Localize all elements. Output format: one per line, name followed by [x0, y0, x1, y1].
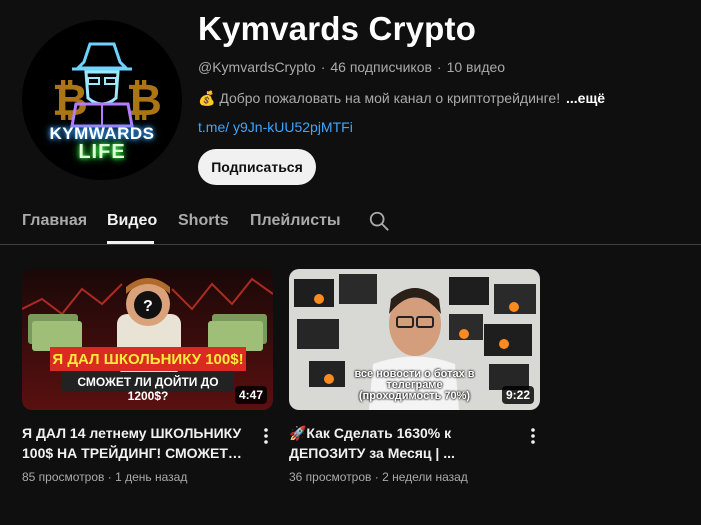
channel-avatar[interactable]: ₿ ₿ KYMWARDS LIFE: [22, 20, 182, 180]
view-count: 36 просмотров: [289, 470, 372, 484]
more-actions-icon[interactable]: [260, 427, 272, 445]
tab-videos[interactable]: Видео: [107, 212, 157, 230]
svg-text:₿: ₿: [52, 76, 88, 125]
more-link[interactable]: ...ещё: [566, 90, 605, 106]
money-bag-icon: 💰: [198, 90, 216, 106]
upload-age: 1 день назад: [115, 470, 188, 484]
video-card[interactable]: все новости о ботах в телеграме (проходи…: [289, 269, 540, 484]
video-thumbnail[interactable]: все новости о ботах в телеграме (проходи…: [289, 269, 540, 410]
thumbnail-text-line3: (проходимость 70%): [358, 390, 471, 402]
video-stats: 36 просмотров · 2 недели назад: [289, 470, 468, 484]
upload-age: 2 недели назад: [382, 470, 468, 484]
video-title[interactable]: Я ДАЛ 14 летнему ШКОЛЬНИКУ 100$ НА ТРЕЙД…: [22, 423, 248, 463]
meta-separator: ·: [320, 59, 326, 75]
tab-playlists[interactable]: Плейлисты: [250, 212, 341, 230]
stats-separator: ·: [374, 470, 379, 484]
search-icon[interactable]: [368, 210, 390, 232]
view-count: 85 просмотров: [22, 470, 105, 484]
thumbnail-text-line2: СМОЖЕТ ЛИ ДОЙТИ ДО 1200$?: [77, 375, 219, 403]
description-text: Добро пожаловать на мой канал о криптотр…: [219, 90, 561, 106]
svg-text:?: ?: [143, 298, 153, 315]
channel-tabs: Главная Видео Shorts Плейлисты: [0, 198, 701, 245]
video-duration: 4:47: [234, 386, 267, 404]
video-count: 10 видео: [446, 59, 506, 75]
tab-shorts[interactable]: Shorts: [178, 212, 229, 230]
meta-separator: ·: [436, 59, 442, 75]
video-title[interactable]: 🚀Как Сделать 1630% к ДЕПОЗИТУ за Месяц |…: [289, 423, 515, 463]
video-card[interactable]: ? Я ДАЛ ШКОЛЬНИКУ 100$! СМОЖЕТ ЛИ ДОЙТИ …: [22, 269, 273, 484]
channel-title: Kymvards Crypto: [198, 10, 477, 47]
video-duration: 9:22: [501, 386, 534, 404]
stats-separator: ·: [107, 470, 112, 484]
video-thumbnail[interactable]: ? Я ДАЛ ШКОЛЬНИКУ 100$! СМОЖЕТ ЛИ ДОЙТИ …: [22, 269, 273, 410]
more-actions-icon[interactable]: [527, 427, 539, 445]
channel-handle: @KymvardsCrypto: [198, 59, 316, 75]
video-stats: 85 просмотров · 1 день назад: [22, 470, 187, 484]
subscribe-button[interactable]: Подписаться: [198, 149, 316, 185]
tab-home[interactable]: Главная: [22, 212, 87, 230]
subscriber-count: 46 подписчиков: [330, 59, 432, 75]
channel-description[interactable]: 💰 Добро пожаловать на мой канал о крипто…: [198, 90, 605, 107]
avatar-text-bottom: LIFE: [78, 141, 126, 163]
thumbnail-text-line1: Я ДАЛ ШКОЛЬНИКУ 100$!: [52, 351, 244, 368]
active-tab-indicator: [107, 241, 154, 244]
channel-link[interactable]: t.me/ y9Jn-kUU52pjMTFi: [198, 119, 353, 135]
channel-meta: @KymvardsCrypto · 46 подписчиков · 10 видео: [198, 59, 505, 75]
